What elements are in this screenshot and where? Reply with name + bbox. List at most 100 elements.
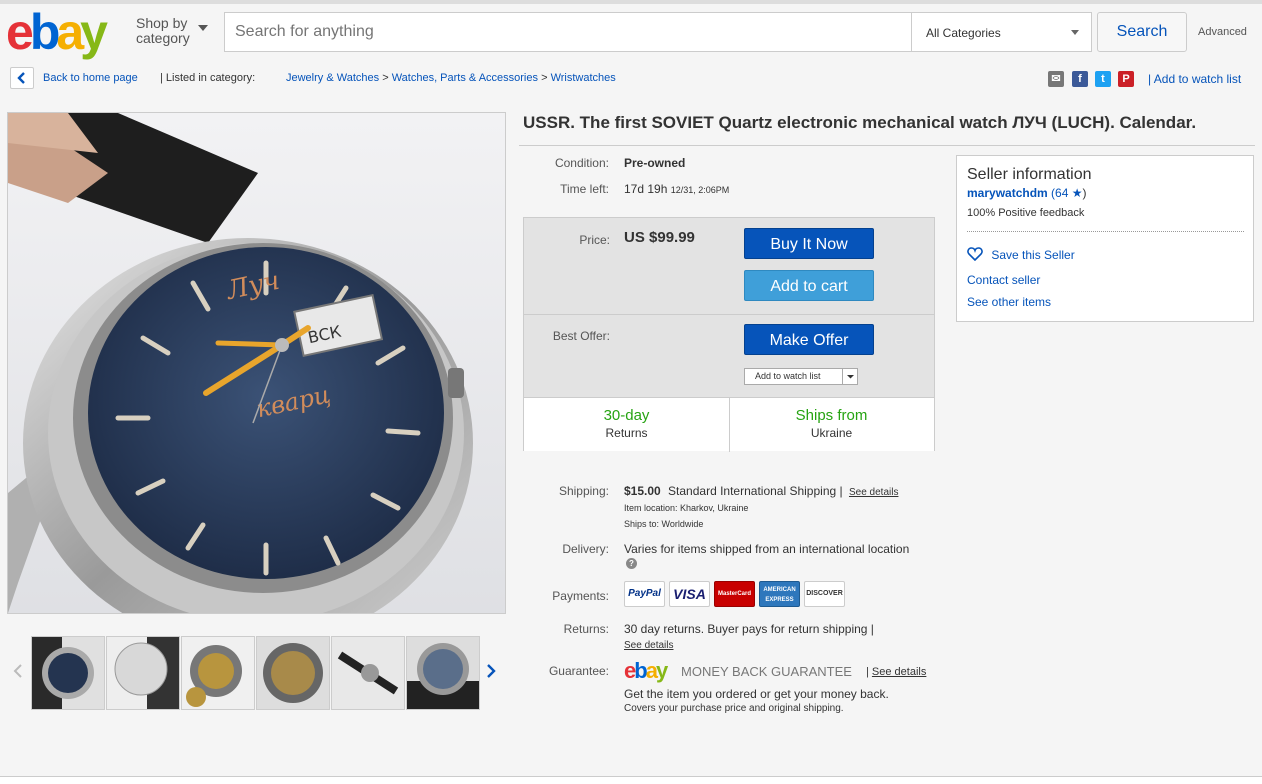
chevron-down-icon: [1071, 30, 1079, 35]
facebook-icon[interactable]: f: [1072, 71, 1088, 87]
condition-label: Condition:: [554, 156, 609, 170]
top-border: [0, 0, 1262, 4]
contact-seller-link[interactable]: Contact seller: [967, 273, 1040, 287]
save-seller-link[interactable]: Save this Seller: [967, 247, 1075, 262]
seller-name-row: marywatchdm (64 ★): [967, 186, 1087, 200]
visa-logo: VISA: [669, 581, 710, 607]
seller-score[interactable]: (64: [1051, 186, 1068, 200]
category-select-value: All Categories: [926, 26, 1001, 40]
logo-letter: b: [29, 4, 60, 60]
listed-in-label: | Listed in category:: [160, 72, 256, 84]
shipping-see-details-link[interactable]: See details: [849, 487, 898, 498]
pinterest-icon[interactable]: P: [1118, 71, 1134, 87]
price-label: Price:: [579, 233, 610, 247]
footer-edge: [0, 776, 1262, 784]
breadcrumb-sep: >: [382, 72, 389, 84]
returns-see-details-link[interactable]: See details: [624, 640, 673, 651]
breadcrumb-watches-parts[interactable]: Watches, Parts & Accessories: [392, 72, 538, 84]
returns-days: 30-day: [603, 407, 650, 424]
main-product-image[interactable]: Луч кварц ВСК: [7, 112, 506, 614]
shipping-method: Standard International Shipping |: [668, 484, 843, 498]
logo-letter: a: [56, 4, 84, 60]
discover-logo: DISCOVER: [804, 581, 845, 607]
email-icon[interactable]: ✉: [1048, 71, 1064, 87]
returns-label: Returns:: [563, 622, 609, 636]
add-to-watch-list-button[interactable]: Add to watch list: [744, 368, 858, 385]
logo-letter: b: [634, 658, 648, 683]
twitter-icon[interactable]: t: [1095, 71, 1111, 87]
breadcrumb: Jewelry & Watches > Watches, Parts & Acc…: [286, 72, 616, 84]
time-left-label: Time left:: [560, 182, 609, 196]
amex-logo: AMERICAN EXPRESS: [759, 581, 800, 607]
mastercard-logo: MasterCard: [714, 581, 755, 607]
logo-letter: y: [80, 4, 108, 60]
delivery-label: Delivery:: [562, 542, 609, 556]
ships-from-label: Ships from: [795, 407, 868, 424]
search-button[interactable]: Search: [1097, 12, 1187, 52]
category-label: category: [136, 30, 190, 46]
back-to-home-link[interactable]: Back to home page: [43, 72, 138, 84]
divider: [519, 145, 1255, 146]
thumbnail-5[interactable]: [331, 636, 405, 710]
watch-thumb: [407, 637, 479, 709]
delivery-value: Varies for items shipped from an interna…: [624, 542, 910, 556]
paypal-logo: PayPal: [624, 581, 665, 607]
thumb-prev-arrow[interactable]: [13, 663, 23, 684]
guarantee-line-1: Get the item you ordered or get your mon…: [624, 687, 889, 701]
thumbnail-2[interactable]: [106, 636, 180, 710]
watch-thumb: [182, 637, 254, 709]
watch-thumb: [257, 637, 329, 709]
search-input[interactable]: [225, 13, 911, 51]
time-left-value: 17d 19h 12/31, 2:06PM: [624, 182, 729, 196]
star-icon: ★: [1071, 186, 1083, 200]
add-to-cart-button[interactable]: Add to cart: [744, 270, 874, 301]
returns-label: Returns: [605, 426, 648, 440]
thumb-next-arrow[interactable]: [486, 663, 496, 684]
back-button[interactable]: [10, 67, 34, 89]
thumbnail-4[interactable]: [256, 636, 330, 710]
watch-dropdown[interactable]: [842, 369, 857, 384]
divider: [967, 231, 1244, 232]
thumbnail-6[interactable]: [406, 636, 480, 710]
ships-to: Ships to: Worldwide: [624, 519, 704, 529]
logo-letter: y: [655, 658, 668, 683]
add-to-watch-list-link[interactable]: | Add to watch list: [1148, 72, 1241, 86]
help-icon[interactable]: ?: [626, 558, 637, 569]
search-bar: All Categories: [224, 12, 1092, 52]
ebay-logo[interactable]: ebay: [6, 4, 108, 60]
shop-by-category-button[interactable]: Shop by category: [136, 15, 208, 46]
guarantee-see-details: | See details: [866, 666, 927, 678]
shop-by-label: Shop by: [136, 15, 188, 31]
chevron-down-icon: [198, 25, 208, 31]
logo-letter: a: [645, 658, 658, 683]
logo-letter: e: [624, 658, 636, 683]
time-left: 17d 19h: [624, 182, 668, 196]
ebay-mini-logo: ebay: [624, 658, 668, 684]
shipping-cost: $15.00: [624, 484, 661, 498]
category-select[interactable]: All Categories: [911, 13, 1091, 51]
back-to-home-text: Back to home page: [43, 72, 138, 84]
ships-from-value: Ukraine: [810, 426, 853, 440]
buy-box: Price: US $99.99 Buy It Now Add to cart …: [523, 217, 935, 452]
item-location: Item location: Kharkov, Ukraine: [624, 503, 749, 513]
thumbnail-1[interactable]: [31, 636, 105, 710]
breadcrumb-jewelry-watches[interactable]: Jewelry & Watches: [286, 72, 379, 84]
breadcrumb-sep: >: [541, 72, 548, 84]
seller-feedback: 100% Positive feedback: [967, 207, 1085, 219]
thumbnail-3[interactable]: [181, 636, 255, 710]
chevron-left-icon: [13, 664, 22, 678]
chevron-down-icon: [847, 375, 854, 379]
seller-name-link[interactable]: marywatchdm: [967, 186, 1048, 200]
money-back-guarantee: MONEY BACK GUARANTEE: [681, 664, 852, 679]
make-offer-button[interactable]: Make Offer: [744, 324, 874, 355]
guarantee-see-details-link[interactable]: See details: [872, 666, 926, 678]
guarantee-label: Guarantee:: [548, 664, 609, 678]
breadcrumb-wristwatches[interactable]: Wristwatches: [551, 72, 616, 84]
watch-thumb: [107, 637, 179, 709]
see-other-items-link[interactable]: See other items: [967, 295, 1051, 309]
payments-label: Payments:: [552, 589, 609, 603]
heart-icon: [967, 247, 983, 262]
buy-it-now-button[interactable]: Buy It Now: [744, 228, 874, 259]
returns-value: 30 day returns. Buyer pays for return sh…: [624, 622, 874, 636]
advanced-search-link[interactable]: Advanced: [1198, 26, 1247, 38]
